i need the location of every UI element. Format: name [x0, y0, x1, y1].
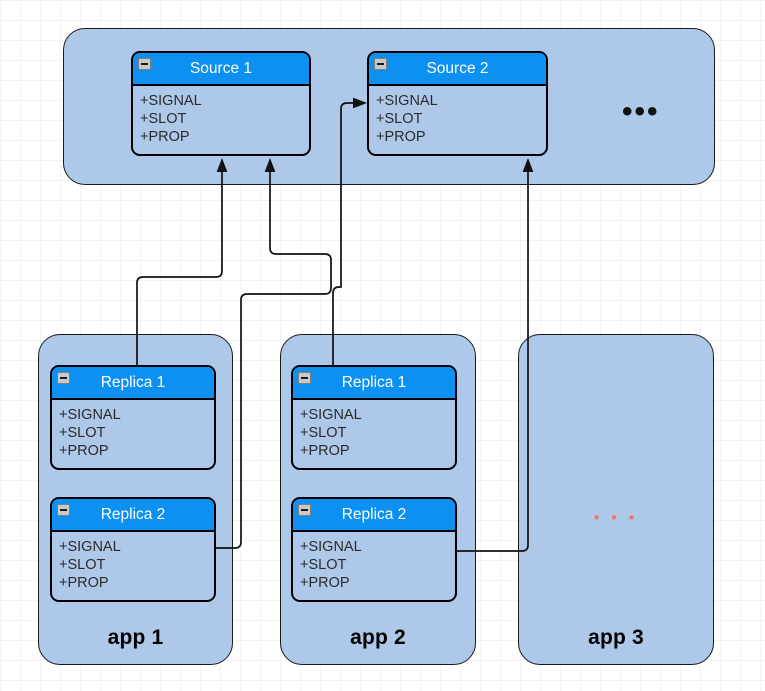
node-source-1-title: Source 1 [189, 59, 253, 77]
collapse-minus-icon[interactable] [374, 58, 387, 70]
collapse-minus-icon[interactable] [298, 372, 311, 384]
member-signal: +SIGNAL [59, 407, 121, 423]
app-2-replica-2-title: Replica 2 [341, 505, 407, 523]
app-3-ellipsis: ▪ ▪ ▪ [593, 509, 639, 526]
app-2-node-replica-1[interactable]: Replica 1 +SIGNAL +SLOT +PROP [291, 365, 457, 470]
member-slot: +SLOT [59, 557, 106, 573]
member-prop: +PROP [300, 575, 350, 591]
app-1-node-replica-1[interactable]: Replica 1 +SIGNAL +SLOT +PROP [50, 365, 216, 470]
member-prop: +PROP [376, 129, 426, 145]
node-source-2-title: Source 2 [426, 59, 489, 77]
app-2-replica-1-members: +SIGNAL +SLOT +PROP [293, 400, 455, 460]
node-source-1-titlebar: Source 1 [133, 53, 309, 86]
member-signal: +SIGNAL [300, 539, 362, 555]
app-1-replica-1-titlebar: Replica 1 [52, 367, 214, 400]
app-1-label: app 1 [107, 626, 164, 649]
member-prop: +PROP [300, 443, 350, 459]
member-slot: +SLOT [300, 425, 347, 441]
collapse-minus-icon[interactable] [298, 504, 311, 516]
node-source-2-titlebar: Source 2 [369, 53, 546, 86]
collapse-minus-icon[interactable] [57, 504, 70, 516]
app-2-replica-2-titlebar: Replica 2 [293, 499, 455, 532]
node-source-2-members: +SIGNAL +SLOT +PROP [369, 86, 546, 146]
app-3-label: app 3 [588, 626, 644, 649]
app-2-replica-2-members: +SIGNAL +SLOT +PROP [293, 532, 455, 592]
diagram-canvas: Source 1 +SIGNAL +SLOT +PROP Source 2 +S… [0, 0, 765, 691]
collapse-minus-icon[interactable] [138, 58, 151, 70]
collapse-minus-icon[interactable] [57, 372, 70, 384]
app-1-replica-1-members: +SIGNAL +SLOT +PROP [52, 400, 214, 460]
member-prop: +PROP [140, 129, 190, 145]
app-1-replica-2-title: Replica 2 [100, 505, 166, 523]
member-signal: +SIGNAL [59, 539, 121, 555]
node-source-1[interactable]: Source 1 +SIGNAL +SLOT +PROP [131, 51, 311, 156]
app-1-replica-1-title: Replica 1 [100, 373, 166, 391]
member-prop: +PROP [59, 575, 109, 591]
app-1-node-replica-2[interactable]: Replica 2 +SIGNAL +SLOT +PROP [50, 497, 216, 602]
member-signal: +SIGNAL [140, 93, 202, 109]
member-signal: +SIGNAL [300, 407, 362, 423]
app-2-replica-1-title: Replica 1 [341, 373, 407, 391]
source-ellipsis: ••• [622, 95, 660, 128]
member-slot: +SLOT [140, 111, 187, 127]
app-2-replica-1-titlebar: Replica 1 [293, 367, 455, 400]
node-source-2[interactable]: Source 2 +SIGNAL +SLOT +PROP [367, 51, 548, 156]
app-1-replica-2-members: +SIGNAL +SLOT +PROP [52, 532, 214, 592]
member-slot: +SLOT [300, 557, 347, 573]
member-signal: +SIGNAL [376, 93, 438, 109]
app-2-node-replica-2[interactable]: Replica 2 +SIGNAL +SLOT +PROP [291, 497, 457, 602]
member-prop: +PROP [59, 443, 109, 459]
node-source-1-members: +SIGNAL +SLOT +PROP [133, 86, 309, 146]
member-slot: +SLOT [376, 111, 423, 127]
app-1-replica-2-titlebar: Replica 2 [52, 499, 214, 532]
app-2-label: app 2 [350, 626, 406, 649]
member-slot: +SLOT [59, 425, 106, 441]
app-3-container[interactable]: ▪ ▪ ▪ app 3 [518, 334, 714, 665]
